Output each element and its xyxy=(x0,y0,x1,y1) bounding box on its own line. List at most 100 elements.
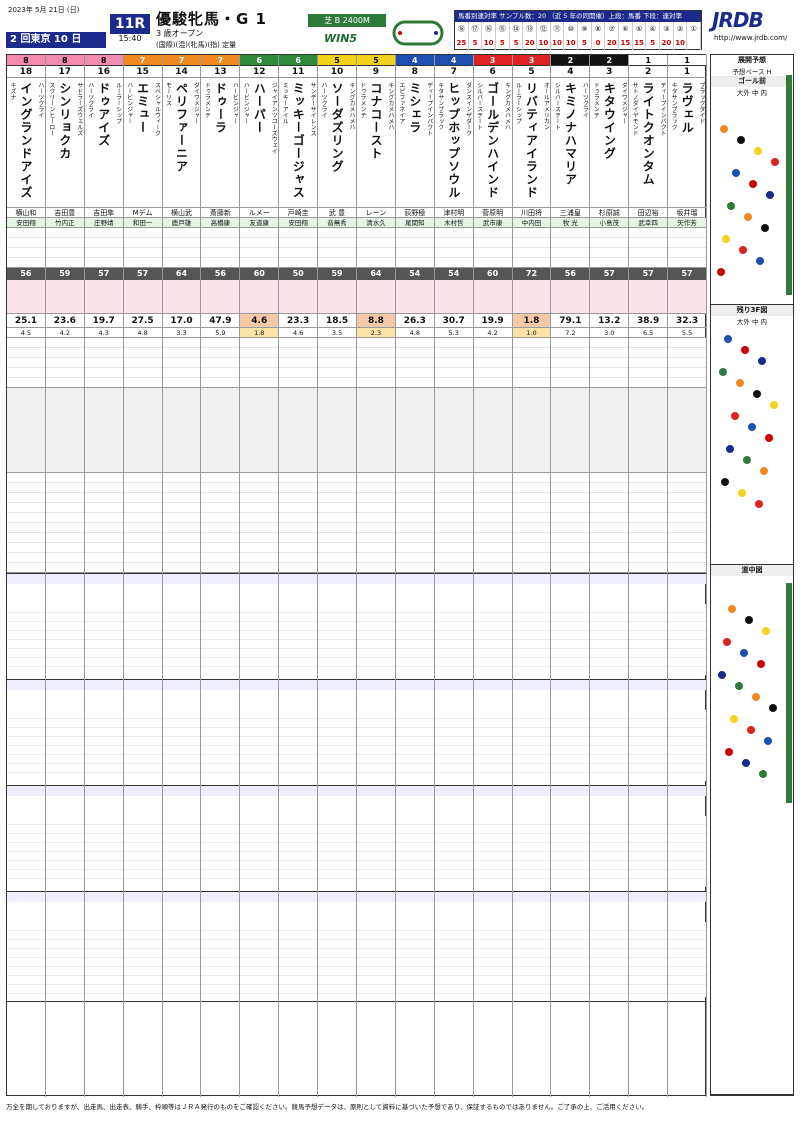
past-run[interactable] xyxy=(7,892,45,1002)
past-run[interactable] xyxy=(201,892,240,1002)
jrdb-url[interactable]: http://www.jrdb.com/ xyxy=(714,34,787,42)
horse-column[interactable]: 6 12 ハービンジャー ハーパー ジャイアンツコーズウェイ ルメー 友道康 6… xyxy=(240,55,280,1097)
past-run[interactable] xyxy=(473,786,512,892)
past-run[interactable] xyxy=(629,786,668,892)
past-run[interactable] xyxy=(240,892,279,1002)
horse-name-area[interactable]: ドゥラメンテ ドゥーラ ハービンジャー xyxy=(201,78,240,208)
past-run[interactable] xyxy=(84,680,123,786)
horse-name[interactable]: ミッキーゴージャス xyxy=(291,82,305,202)
past-run[interactable] xyxy=(201,574,240,680)
past-run[interactable] xyxy=(162,892,201,1002)
past-run[interactable] xyxy=(395,680,434,786)
horse-column[interactable]: 8 17 スクリーンヒーロー シンリョクカ サドラーズウェルズ 吉田豊 竹内正 … xyxy=(45,55,85,1097)
horse-name[interactable]: リバティアイランド xyxy=(525,82,539,202)
horse-name[interactable]: ソーダズリング xyxy=(330,82,344,202)
past-run[interactable] xyxy=(162,680,201,786)
horse-name[interactable]: ドゥーラ xyxy=(213,82,227,202)
past-run[interactable] xyxy=(512,680,551,786)
past-run[interactable] xyxy=(7,574,45,680)
horse-name-area[interactable]: キズナ イングランドアイズ ハーツクライ xyxy=(7,78,45,208)
past-run[interactable] xyxy=(279,892,318,1002)
horse-name[interactable]: キタウイング xyxy=(602,82,616,202)
horse-column[interactable]: 7 14 モーリス ペリファーニア ダイワメジャー 横山武 鹿戸雄 64 17.… xyxy=(162,55,202,1097)
horse-name[interactable]: シンリョクカ xyxy=(58,82,72,202)
past-run[interactable] xyxy=(668,680,706,786)
horse-name[interactable]: エミュー xyxy=(136,82,150,202)
horse-name-area[interactable]: ハーツクライ ドゥアイズ ルーラーシップ xyxy=(84,78,123,208)
horse-name-area[interactable]: ドゥラメンテ コナコースト キングカメハメハ xyxy=(357,78,395,208)
horse-column[interactable]: 3 6 シルバーステート ゴールデンハインド キングカメハメハ 菅原明 武市康 … xyxy=(473,55,513,1097)
horse-name[interactable]: ペリファーニア xyxy=(175,82,189,202)
horse-name[interactable]: ドゥアイズ xyxy=(97,82,111,202)
past-run[interactable] xyxy=(7,786,45,892)
past-run[interactable] xyxy=(629,574,668,680)
past-run[interactable] xyxy=(473,574,512,680)
past-run[interactable] xyxy=(84,892,123,1002)
horse-name-area[interactable]: ドゥラメンテ キタウイング ダイワメジャー xyxy=(590,78,629,208)
past-run[interactable] xyxy=(434,786,473,892)
past-run[interactable] xyxy=(434,574,473,680)
past-run[interactable] xyxy=(123,892,162,1002)
horse-name-area[interactable]: ハービンジャー エミュー スペシャルウィーク xyxy=(123,78,162,208)
horse-name-area[interactable]: ミッキーアイル ミッキーゴージャス サンデーサイレンス xyxy=(279,78,318,208)
past-run[interactable] xyxy=(395,786,434,892)
horse-name-area[interactable]: ルーラーシップ リバティアイランド オールアメリカン xyxy=(512,78,551,208)
past-run[interactable] xyxy=(590,892,629,1002)
horse-column[interactable]: 4 7 キタサンブラック ヒップホップソウル ダンスインザダーク 津村明 木村哲… xyxy=(434,55,474,1097)
past-run[interactable] xyxy=(45,786,84,892)
past-run[interactable] xyxy=(551,680,590,786)
past-run[interactable] xyxy=(357,786,395,892)
past-run[interactable] xyxy=(434,892,473,1002)
horse-column[interactable]: 1 2 サトノダイヤモンド ライトクオンタム ディープインパクト 田辺裕 武幸四… xyxy=(629,55,669,1097)
past-run[interactable] xyxy=(84,786,123,892)
past-run[interactable] xyxy=(668,574,706,680)
past-run[interactable] xyxy=(668,892,706,1002)
past-run[interactable] xyxy=(318,680,356,786)
horse-column[interactable]: 5 10 ハーツクライ ソーダズリング キングカメハメハ 武 豊 音無秀 59 … xyxy=(318,55,357,1097)
past-run[interactable] xyxy=(84,574,123,680)
horse-name[interactable]: ヒップホップソウル xyxy=(447,82,461,202)
horse-column[interactable]: 5 9 ドゥラメンテ コナコースト キングカメハメハ レーン 清水久 64 8.… xyxy=(357,55,396,1097)
past-run[interactable] xyxy=(240,680,279,786)
past-run[interactable] xyxy=(162,786,201,892)
past-run[interactable] xyxy=(357,680,395,786)
past-run[interactable] xyxy=(512,892,551,1002)
past-run[interactable] xyxy=(240,574,279,680)
past-run[interactable] xyxy=(123,680,162,786)
past-run[interactable] xyxy=(357,574,395,680)
horse-column[interactable]: 2 3 ドゥラメンテ キタウイング ダイワメジャー 杉原誠 小島茂 57 13.… xyxy=(590,55,630,1097)
horse-name-area[interactable]: ハービンジャー ハーパー ジャイアンツコーズウェイ xyxy=(240,78,279,208)
past-run[interactable] xyxy=(279,786,318,892)
horse-column[interactable]: 7 15 ハービンジャー エミュー スペシャルウィーク Mデム 和田一 57 2… xyxy=(123,55,163,1097)
horse-column[interactable]: 4 8 エピファネイア ミシェラ ディープインパクト 荻野極 尾関知 54 26… xyxy=(395,55,435,1097)
horse-name-area[interactable]: モーリス ペリファーニア ダイワメジャー xyxy=(162,78,201,208)
horse-column[interactable]: 2 4 シルバーステート キミノナハマリア ハーツクライ 三浦皇 牧 光 56 … xyxy=(551,55,591,1097)
past-run[interactable] xyxy=(318,574,356,680)
horse-name-area[interactable]: ハーツクライ ソーダズリング キングカメハメハ xyxy=(318,78,356,208)
past-run[interactable] xyxy=(123,786,162,892)
past-run[interactable] xyxy=(434,680,473,786)
past-run[interactable] xyxy=(162,574,201,680)
horse-column[interactable]: 8 16 ハーツクライ ドゥアイズ ルーラーシップ 吉田隼 庄野靖 57 19.… xyxy=(84,55,124,1097)
past-run[interactable] xyxy=(123,574,162,680)
horse-name-area[interactable]: スクリーンヒーロー シンリョクカ サドラーズウェルズ xyxy=(45,78,84,208)
past-run[interactable] xyxy=(395,892,434,1002)
past-run[interactable] xyxy=(201,786,240,892)
horse-name-area[interactable]: エピファネイア ミシェラ ディープインパクト xyxy=(395,78,434,208)
past-run[interactable] xyxy=(668,786,706,892)
horse-name[interactable]: ミシェラ xyxy=(408,82,422,202)
past-run[interactable] xyxy=(590,574,629,680)
past-run[interactable] xyxy=(201,680,240,786)
horse-column[interactable]: 6 11 ミッキーアイル ミッキーゴージャス サンデーサイレンス 戸崎圭 安田翔… xyxy=(279,55,319,1097)
past-run[interactable] xyxy=(45,574,84,680)
horse-name-area[interactable]: キタサンブラック ヒップホップソウル ダンスインザダーク xyxy=(434,78,473,208)
past-run[interactable] xyxy=(279,574,318,680)
horse-column[interactable]: 7 13 ドゥラメンテ ドゥーラ ハービンジャー 斎藤新 高橋康 56 47.9… xyxy=(201,55,241,1097)
horse-name-area[interactable]: シルバーステート キミノナハマリア ハーツクライ xyxy=(551,78,590,208)
horse-name[interactable]: ハーパー xyxy=(252,82,266,202)
horse-column[interactable]: 1 1 キタサンブラック ラヴェル ブラックタイド 坂井瑠 矢作芳 57 32.… xyxy=(668,55,707,1097)
past-run[interactable] xyxy=(45,680,84,786)
past-run[interactable] xyxy=(590,680,629,786)
horse-name-area[interactable]: シルバーステート ゴールデンハインド キングカメハメハ xyxy=(473,78,512,208)
past-run[interactable] xyxy=(473,892,512,1002)
